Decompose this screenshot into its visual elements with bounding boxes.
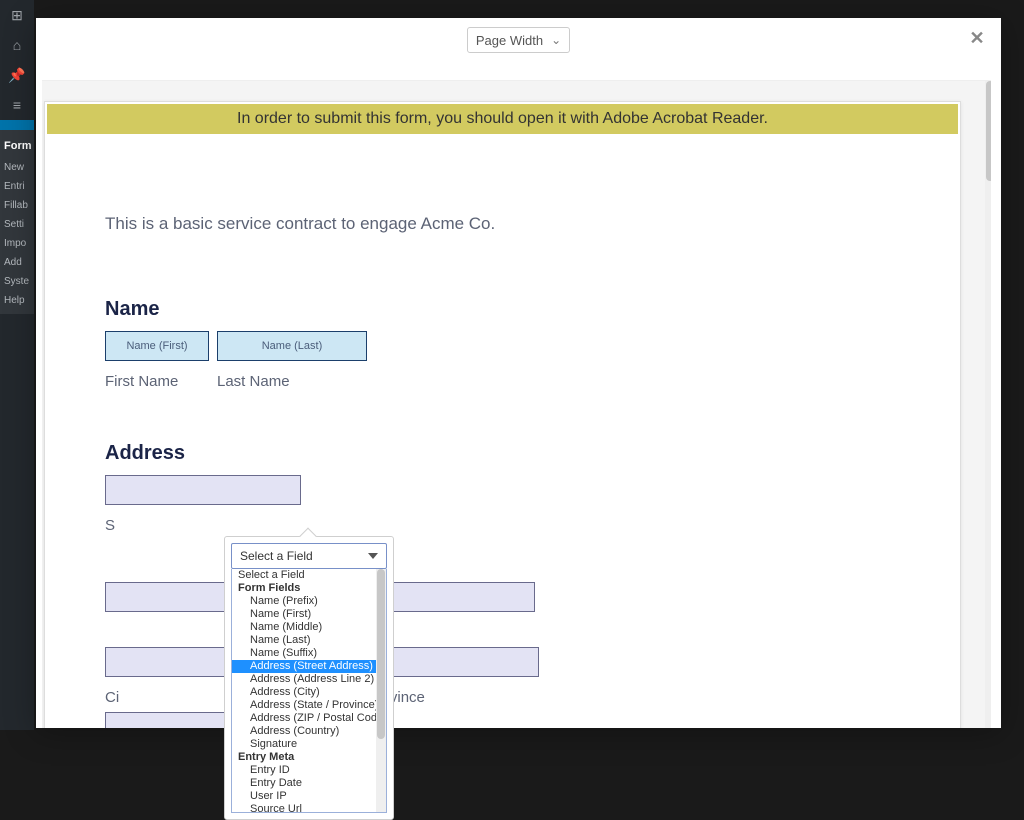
dropdown-option[interactable]: Name (Prefix) (232, 595, 386, 608)
field-select-label: Select a Field (240, 549, 313, 563)
name-first-field[interactable]: Name (First) (105, 331, 209, 361)
dropdown-scrollbar-thumb[interactable] (377, 569, 385, 739)
modal-topbar: Page Width ⌄ ✕ (36, 18, 1001, 60)
dropdown-option[interactable]: Name (Last) (232, 634, 386, 647)
wp-submenu-item[interactable]: Impo (0, 234, 34, 253)
dropdown-group-entry-meta: Entry Meta (232, 751, 386, 764)
dropdown-option[interactable]: Source Url (232, 803, 386, 813)
wp-submenu-header: Form (0, 134, 34, 158)
wp-submenu-item[interactable]: New (0, 158, 34, 177)
dropdown-group-form-fields: Form Fields (232, 582, 386, 595)
chevron-down-icon (368, 553, 378, 559)
dropdown-option[interactable]: Name (Suffix) (232, 647, 386, 660)
home-icon[interactable]: ⌂ (0, 30, 34, 60)
dropdown-option[interactable]: Address (Address Line 2) (232, 673, 386, 686)
intro-text: This is a basic service contract to enga… (105, 214, 900, 234)
dropdown-option[interactable]: Address (ZIP / Postal Code) (232, 712, 386, 725)
wp-submenu-item[interactable]: Entri (0, 177, 34, 196)
last-name-label: Last Name (217, 373, 367, 390)
wp-submenu-item[interactable]: Add (0, 253, 34, 272)
dropdown-option[interactable]: Address (City) (232, 686, 386, 699)
dropdown-option[interactable]: Address (State / Province) (232, 699, 386, 712)
dropdown-option[interactable]: Name (First) (232, 608, 386, 621)
wp-submenu-item[interactable]: Fillab (0, 196, 34, 215)
dropdown-option[interactable]: Entry ID (232, 764, 386, 777)
vertical-scrollbar[interactable] (985, 81, 991, 728)
zoom-select-label: Page Width (476, 33, 543, 48)
grid-icon[interactable]: ⊞ (0, 0, 34, 30)
address-street-field[interactable] (105, 475, 301, 505)
document-viewport: In order to submit this form, you should… (42, 80, 991, 728)
dropdown-option[interactable]: Address (Street Address) (232, 660, 386, 673)
field-select-dropdown: Select a FieldForm FieldsName (Prefix)Na… (231, 569, 387, 813)
field-select[interactable]: Select a Field (231, 543, 387, 569)
close-button[interactable]: ✕ (967, 28, 987, 48)
dropdown-option[interactable]: Entry Date (232, 777, 386, 790)
menu-icon[interactable]: ≡ (0, 90, 34, 120)
wp-submenu-item[interactable]: Help (0, 291, 34, 310)
page-body: This is a basic service contract to enga… (45, 134, 960, 728)
section-title-address: Address (105, 442, 900, 465)
name-last-field[interactable]: Name (Last) (217, 331, 367, 361)
first-name-label: First Name (105, 373, 209, 390)
pdf-preview-modal: Page Width ⌄ ✕ In order to submit this f… (36, 18, 1001, 728)
chevron-down-icon: ⌄ (551, 33, 561, 47)
section-title-name: Name (105, 298, 900, 321)
scrollbar-thumb[interactable] (986, 81, 991, 181)
wp-admin-sidebar: ⊞ ⌂ 📌 ≡ ◈ Form New Entri Fillab Setti Im… (0, 0, 34, 730)
field-select-popover: Select a Field Select a FieldForm Fields… (224, 536, 394, 820)
wp-submenu-item[interactable]: Syste (0, 272, 34, 291)
wp-submenu-item[interactable]: Setti (0, 215, 34, 234)
zoom-select[interactable]: Page Width ⌄ (467, 27, 570, 53)
dropdown-scrollbar[interactable] (376, 569, 386, 812)
acrobat-banner: In order to submit this form, you should… (47, 104, 958, 134)
pdf-page: In order to submit this form, you should… (44, 101, 961, 728)
dropdown-option[interactable]: User IP (232, 790, 386, 803)
dropdown-option[interactable]: Address (Country) (232, 725, 386, 738)
truncated-label: S (105, 517, 900, 534)
dropdown-option-placeholder[interactable]: Select a Field (232, 569, 386, 582)
dropdown-option[interactable]: Name (Middle) (232, 621, 386, 634)
wp-submenu: Form New Entri Fillab Setti Impo Add Sys… (0, 130, 34, 314)
pin-icon[interactable]: 📌 (0, 60, 34, 90)
dropdown-option[interactable]: Signature (232, 738, 386, 751)
